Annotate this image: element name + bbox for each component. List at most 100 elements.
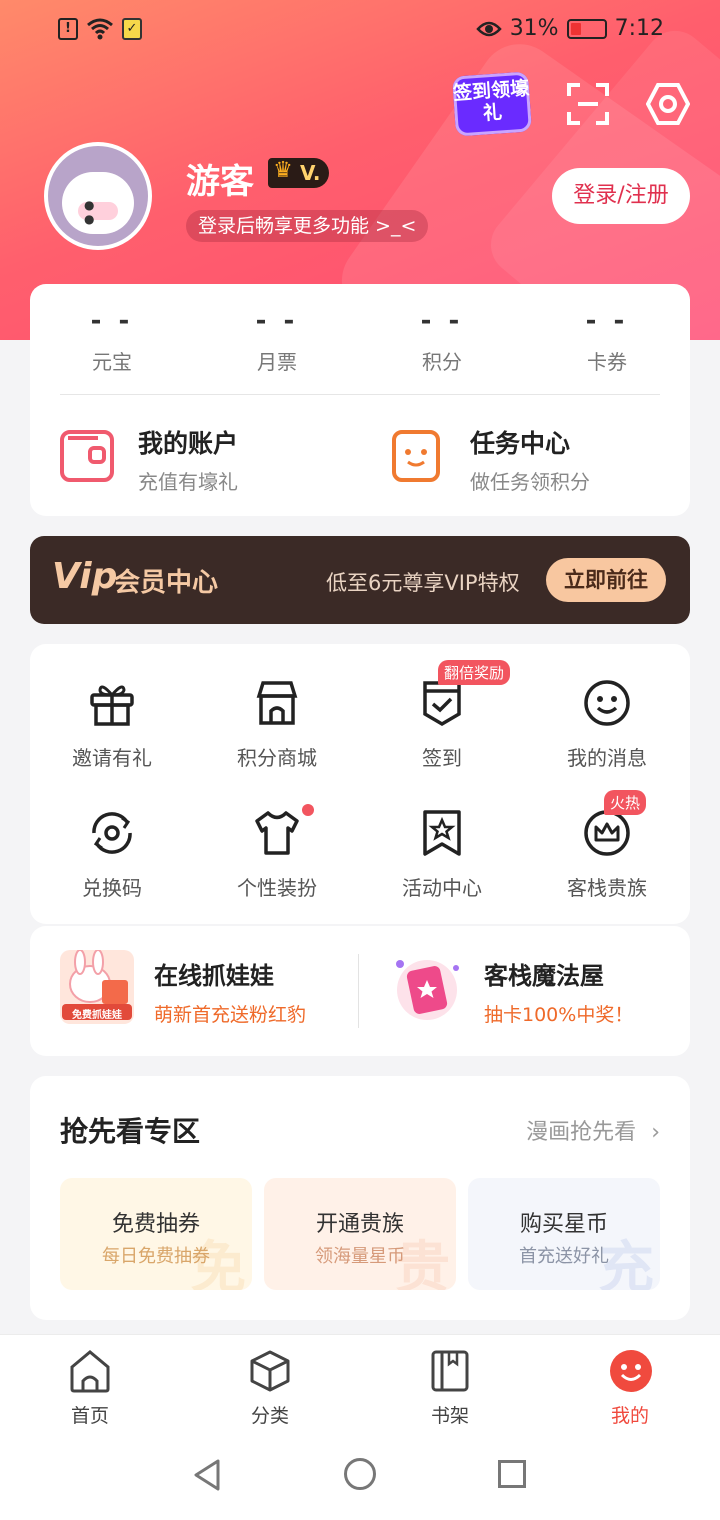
bookshelf-icon [429,1349,471,1393]
section-title: 抢先看专区 [60,1115,201,1148]
grid-item-messages[interactable]: 我的消息 [537,678,677,771]
task-clipboard-icon [392,430,440,482]
status-bar: ! ✓ 31% 7:12 [0,0,720,62]
eye-comfort-icon [475,21,502,36]
grid-label: 活动中心 [402,876,482,900]
battery-icon [566,18,607,39]
task-center-title: 任务中心 [470,429,571,458]
task-center-subtitle: 做任务领积分 [470,470,590,494]
grid-label: 我的消息 [567,746,647,770]
wallet-icon [60,430,114,482]
vip-logo: Vip [52,556,118,597]
signin-gift-badge[interactable]: 签到领壕礼 [451,71,533,137]
login-hint[interactable]: 登录后畅享更多功能 >_< [186,210,429,242]
stat-label: 积分 [422,350,462,374]
app-notification-icon: ✓ [122,18,142,40]
grid-item-nobility[interactable]: 客栈贵族 [537,808,677,901]
avatar-eyes: ● ● [84,198,109,226]
promo-subtitle: 抽卡100%中奖！ [484,1004,634,1026]
grid-label: 客栈贵族 [567,876,647,900]
stat-label: 月票 [257,350,297,374]
claw-machine-image: 免费抓娃娃 [60,949,134,1024]
system-nav-bar [0,1434,720,1520]
level-badge: ♛ V. [268,158,329,188]
stat-coupons[interactable]: - - 卡券 [552,306,662,375]
early-access-card: 抢先看专区 漫画抢先看 › 免 免费抽券 每日免费抽券 贵 开通贵族 领海量星币… [30,1076,690,1320]
my-account-title: 我的账户 [138,429,239,458]
smiley-message-icon [582,678,632,728]
tab-mine[interactable]: 我的 [570,1349,690,1428]
grid-item-events[interactable]: 活动中心 [372,808,512,901]
settings-gear-icon[interactable] [645,82,691,126]
alert-icon: ! [58,18,78,40]
promo-title: 客栈魔法屋 [484,962,604,990]
double-reward-tag: 翻倍奖励 [438,660,511,685]
tab-label: 分类 [250,1405,289,1427]
new-dot [302,804,314,816]
wifi-icon [87,18,113,40]
my-account-link[interactable]: 我的账户 充值有壕礼 [60,424,360,494]
login-register-button[interactable]: 登录/注册 [552,168,690,224]
divider [60,394,660,395]
tab-bookshelf[interactable]: 书架 [390,1349,510,1428]
tab-category[interactable]: 分类 [210,1349,330,1428]
grid-item-invite[interactable]: 邀请有礼 [42,678,182,771]
bottom-tab-bar: 首页 分类 书架 我的 [0,1334,720,1434]
claw-machine-promo[interactable]: 免费抓娃娃 在线抓娃娃 萌新首充送粉红豹 [60,949,350,1030]
magic-house-promo[interactable]: 客栈魔法屋 抽卡100%中奖！ [390,950,680,1030]
gift-icon [87,678,137,728]
grid-item-points-mall[interactable]: 积分商城 [207,678,347,771]
claw-image-label: 免费抓娃娃 [72,1010,122,1021]
tile-title: 免费抽券 [111,1212,200,1237]
cube-icon [249,1349,291,1393]
clock: 7:12 [614,16,664,41]
hot-tag: 火热 [604,790,647,815]
my-account-subtitle: 充值有壕礼 [138,470,238,494]
promo-subtitle: 萌新首充送粉红豹 [154,1004,307,1026]
vip-go-button[interactable]: 立即前往 [546,558,666,602]
redeem-code-icon [87,808,137,858]
task-center-link[interactable]: 任务中心 做任务领积分 [392,424,672,494]
tile-free-voucher[interactable]: 免 免费抽券 每日免费抽券 [60,1178,252,1290]
stat-label: 卡券 [587,350,627,374]
home-circle-icon[interactable] [344,1458,376,1490]
grid-item-redeem[interactable]: 兑换码 [42,808,182,901]
grid-item-dressup[interactable]: 个性装扮 [207,808,347,901]
vip-center-banner[interactable]: Vip 会员中心 低至6元尊享VIP特权 立即前往 [30,536,690,624]
crown-circle-icon [582,808,632,858]
avatar[interactable]: ● ● [44,142,152,250]
tab-home[interactable]: 首页 [30,1349,150,1428]
more-link-label: 漫画抢先看 [526,1120,637,1145]
stat-yuanbao[interactable]: - - 元宝 [57,306,167,375]
divider [358,954,359,1028]
tile-subtitle: 首充送好礼 [519,1246,609,1267]
back-triangle-icon[interactable] [192,1458,222,1492]
tile-title: 开通贵族 [315,1212,404,1237]
tile-nobility[interactable]: 贵 开通贵族 领海量星币 [264,1178,456,1290]
username: 游客 [186,162,254,202]
crown-icon: ♛ [273,158,293,183]
tab-label: 我的 [610,1405,649,1427]
tile-buy-coins[interactable]: 充 购买星币 首充送好礼 [468,1178,660,1290]
home-icon [69,1349,111,1393]
recent-apps-square-icon[interactable] [498,1460,526,1488]
stat-value: - - [90,306,134,336]
feature-grid: 邀请有礼 积分商城 签到 翻倍奖励 我的消息 兑换码 个性装扮 活动中心 客栈贵… [30,644,690,924]
scan-icon[interactable] [566,82,610,126]
grid-label: 签到 [422,746,462,770]
stat-monthly-ticket[interactable]: - - 月票 [222,306,332,375]
grid-label: 个性装扮 [237,876,317,900]
grid-label: 积分商城 [237,746,317,770]
star-bookmark-icon [417,808,467,858]
stat-points[interactable]: - - 积分 [387,306,497,375]
stat-value: - - [585,306,629,336]
promo-card: 免费抓娃娃 在线抓娃娃 萌新首充送粉红豹 客栈魔法屋 抽卡100%中奖！ [30,926,690,1056]
stat-label: 元宝 [92,350,132,374]
tile-title: 购买星币 [519,1212,608,1237]
grid-item-checkin[interactable]: 签到 [372,678,512,771]
early-access-more-link[interactable]: 漫画抢先看 › [526,1114,660,1146]
chevron-right-icon: › [651,1120,660,1145]
store-icon [252,678,302,728]
grid-label: 邀请有礼 [72,746,152,770]
stat-value: - - [255,306,299,336]
